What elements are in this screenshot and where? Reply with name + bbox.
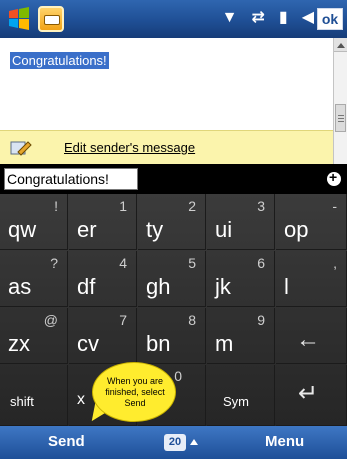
message-body[interactable]: Congratulations! (0, 38, 333, 130)
key-ui[interactable]: 3 ui (207, 194, 275, 250)
edit-sender-message-bar: Edit sender's message (0, 130, 333, 164)
title-bar: ▼ ⇄ ▮ ◀ ok (0, 0, 347, 38)
signal-icon[interactable]: ▮ (279, 8, 288, 28)
key-zx[interactable]: @ zx (0, 308, 68, 364)
key-label: l (284, 274, 289, 299)
key-bn[interactable]: 8 bn (138, 308, 206, 364)
key-alt-label: 9 (257, 312, 265, 328)
sym-label: Sym (223, 394, 249, 409)
key-cv[interactable]: 7 cv (69, 308, 137, 364)
input-strip: Congratulations! (0, 164, 347, 194)
key-label: bn (146, 331, 171, 356)
app-icon (38, 6, 64, 32)
pencil-icon (10, 139, 32, 157)
key-ty[interactable]: 2 ty (138, 194, 206, 250)
enter-icon: ↵ (298, 380, 319, 407)
sym-key[interactable]: Sym (207, 365, 275, 426)
key-gh[interactable]: 5 gh (138, 251, 206, 307)
key-m[interactable]: 9 m (207, 308, 275, 364)
key-alt-label: 7 (119, 312, 127, 328)
softkey-bar: Send 20 Menu (0, 426, 347, 459)
windows-start-icon[interactable] (6, 6, 32, 32)
backspace-icon: ← (296, 326, 320, 353)
scrollbar[interactable] (333, 38, 347, 164)
volume-icon[interactable]: ◀ (302, 8, 314, 28)
key-label: op (284, 217, 309, 242)
connectivity-icon[interactable]: ⇄ (251, 8, 264, 28)
key-qw[interactable]: ! qw (0, 194, 68, 250)
key-alt-label: ! (54, 198, 58, 214)
key-alt-label: 0 (174, 368, 182, 384)
menu-softkey[interactable]: Menu (265, 433, 304, 450)
key-label: ui (215, 217, 233, 242)
key-alt-label: 2 (188, 198, 196, 214)
key-label: ty (146, 217, 164, 242)
selected-message-text[interactable]: Congratulations! (10, 52, 109, 69)
shift-label: shift (10, 394, 34, 409)
tooltip-bubble: When you are finished, select Send (92, 362, 176, 422)
key-label: er (77, 217, 97, 242)
text-input[interactable]: Congratulations! (4, 168, 138, 190)
key-df[interactable]: 4 df (69, 251, 137, 307)
key-alt-label: , (333, 255, 337, 271)
key-alt-label: 4 (119, 255, 127, 271)
plus-icon[interactable] (327, 169, 341, 186)
keyboard-icon[interactable]: 20 (164, 434, 186, 451)
edit-sender-message-link[interactable]: Edit sender's message (64, 140, 195, 155)
key-alt-label: - (332, 198, 337, 214)
key-label: df (77, 274, 96, 299)
key-label: as (8, 274, 32, 299)
key-alt-label: 6 (257, 255, 265, 271)
scroll-thumb[interactable] (335, 104, 346, 132)
backspace-key[interactable]: ← (276, 308, 347, 364)
dropdown-icon[interactable]: ▼ (222, 8, 238, 28)
key-er[interactable]: 1 er (69, 194, 137, 250)
key-label: gh (146, 274, 171, 299)
key-alt-label: ? (50, 255, 58, 271)
input-panel-arrow-icon[interactable] (190, 439, 198, 445)
enter-key[interactable]: ↵ (276, 365, 347, 426)
key-alt-label: 3 (257, 198, 265, 214)
key-label: zx (8, 331, 30, 356)
scroll-up-arrow-icon[interactable] (334, 38, 347, 52)
key-as[interactable]: ? as (0, 251, 68, 307)
key-alt-label: @ (43, 312, 58, 328)
key-op[interactable]: - op (276, 194, 347, 250)
key-alt-label: 1 (119, 198, 127, 214)
key-label: cv (77, 331, 99, 356)
tooltip-text: When you are finished, select Send (105, 376, 165, 408)
ok-button[interactable]: ok (317, 8, 343, 30)
send-softkey[interactable]: Send (48, 433, 85, 450)
key-label: m (215, 331, 234, 356)
key-alt-label: 8 (188, 312, 196, 328)
key-alt-label: 5 (188, 255, 196, 271)
key-jk[interactable]: 6 jk (207, 251, 275, 307)
key-label: qw (8, 217, 37, 242)
key-label: x (77, 391, 85, 408)
key-label: jk (215, 274, 231, 299)
key-l[interactable]: , l (276, 251, 347, 307)
shift-key[interactable]: shift (0, 365, 68, 426)
